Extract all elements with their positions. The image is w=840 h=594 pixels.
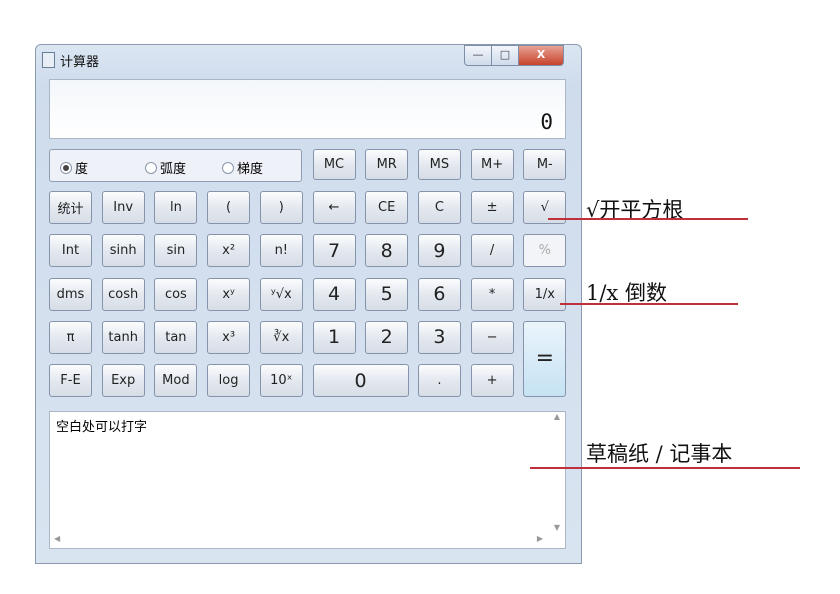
- calc-button[interactable]: +: [470, 364, 514, 398]
- calc-button[interactable]: ±: [470, 191, 514, 224]
- calc-button[interactable]: π: [49, 320, 92, 354]
- angle-mode-radio[interactable]: 度: [60, 158, 88, 177]
- calc-button[interactable]: sinh: [101, 234, 145, 268]
- calc-button[interactable]: log: [207, 364, 251, 398]
- calc-button[interactable]: x²: [207, 234, 251, 268]
- radio-dot-icon[interactable]: [145, 161, 157, 174]
- minimize-button[interactable]: —: [464, 45, 492, 66]
- annotation-line: [560, 303, 738, 305]
- calc-button[interactable]: 统计: [49, 191, 92, 224]
- calc-button[interactable]: CE: [365, 191, 409, 224]
- calc-button[interactable]: 0: [312, 364, 409, 398]
- calc-button[interactable]: ʸ√x: [259, 277, 303, 311]
- calc-button[interactable]: n!: [259, 234, 303, 268]
- calc-button[interactable]: 4: [312, 277, 356, 311]
- vertical-scrollbar[interactable]: ▲ ▼: [549, 412, 565, 532]
- calc-button[interactable]: dms: [49, 277, 92, 311]
- radio-label: 弧度: [160, 162, 187, 177]
- calc-button[interactable]: 5: [365, 277, 409, 311]
- calc-button[interactable]: tan: [154, 320, 198, 354]
- calc-button[interactable]: M+: [470, 149, 514, 180]
- calc-button[interactable]: Mod: [154, 364, 198, 398]
- calculator-window: 计算器 — □ X 0 度弧度 梯度 MC MR MS M+ M- 统计 Inv ln() ← CE…: [35, 44, 582, 564]
- calc-button[interactable]: %: [523, 234, 567, 268]
- calc-button[interactable]: 8: [365, 234, 409, 268]
- calc-button[interactable]: sin: [154, 234, 198, 268]
- calc-button[interactable]: ): [259, 191, 303, 224]
- horizontal-scrollbar[interactable]: ◀ ▶: [50, 534, 565, 548]
- calc-button[interactable]: MS: [417, 149, 461, 180]
- radio-label: 梯度: [237, 162, 264, 177]
- calc-button[interactable]: cosh: [101, 277, 145, 311]
- calc-button[interactable]: MR: [365, 149, 409, 180]
- calc-button[interactable]: ln: [154, 191, 198, 224]
- calc-button[interactable]: .: [417, 364, 461, 398]
- calculator-app-icon: [42, 52, 55, 68]
- calculator-display: 0: [49, 79, 566, 139]
- calc-button[interactable]: tanh: [101, 320, 145, 354]
- annotation-notepad: 草稿纸 / 记事本: [586, 442, 733, 466]
- calc-button[interactable]: ←: [312, 191, 356, 224]
- annotation-line: [530, 467, 800, 469]
- calc-button[interactable]: x³: [207, 320, 251, 354]
- calc-button[interactable]: 6: [417, 277, 461, 311]
- window-title: 计算器: [60, 55, 100, 70]
- calc-button[interactable]: /: [470, 234, 514, 268]
- radio-label: 度: [75, 162, 89, 177]
- calc-button[interactable]: cos: [154, 277, 198, 311]
- calc-button[interactable]: Inv: [101, 191, 145, 224]
- calc-button[interactable]: 1: [312, 320, 356, 354]
- angle-mode-radio[interactable]: 梯度: [222, 158, 263, 177]
- calc-button[interactable]: 1/x: [523, 277, 567, 311]
- notepad-text[interactable]: 空白处可以打字: [56, 416, 147, 435]
- calc-button[interactable]: MC: [312, 149, 356, 180]
- calc-button[interactable]: (: [207, 191, 251, 224]
- calc-button[interactable]: *: [470, 277, 514, 311]
- radio-dot-icon[interactable]: [60, 161, 72, 174]
- calc-button[interactable]: 2: [365, 320, 409, 354]
- calc-button[interactable]: 9: [417, 234, 461, 268]
- calc-button[interactable]: Exp: [101, 364, 145, 398]
- close-button[interactable]: X: [518, 45, 564, 66]
- notepad-area[interactable]: 空白处可以打字 ▲ ▼ ◀ ▶: [49, 411, 566, 549]
- calc-button[interactable]: xʸ: [207, 277, 251, 311]
- calc-button[interactable]: 10ˣ: [259, 364, 303, 398]
- calc-button[interactable]: 3: [417, 320, 461, 354]
- calc-button[interactable]: 7: [312, 234, 356, 268]
- angle-mode-radio[interactable]: 弧度: [145, 158, 186, 177]
- calc-button[interactable]: F-E: [49, 364, 92, 398]
- calc-button[interactable]: M-: [523, 149, 567, 180]
- angle-mode-group: 度 弧度 梯度: [49, 149, 302, 182]
- radio-dot-icon[interactable]: [222, 161, 234, 174]
- maximize-button[interactable]: □: [491, 45, 519, 66]
- display-value: 0: [540, 110, 553, 134]
- calc-button[interactable]: Int: [49, 234, 92, 268]
- calc-button[interactable]: =: [523, 320, 567, 397]
- calc-button[interactable]: C: [417, 191, 461, 224]
- calc-button[interactable]: ∛x: [259, 320, 303, 354]
- calc-button[interactable]: −: [470, 320, 514, 354]
- annotation-line: [548, 218, 748, 220]
